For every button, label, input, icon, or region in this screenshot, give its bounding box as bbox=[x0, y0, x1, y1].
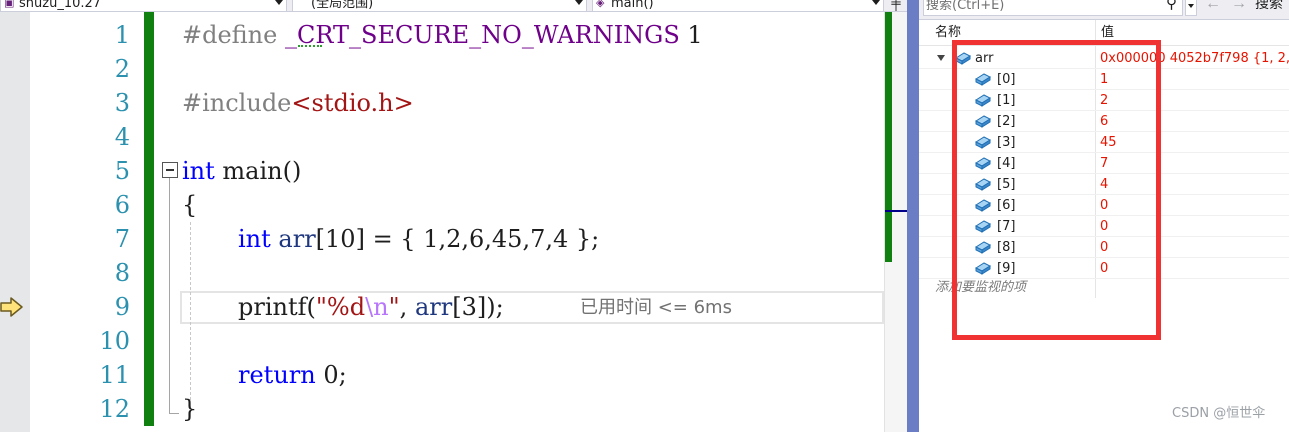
preprocessor-directive: #include bbox=[182, 89, 292, 117]
search-icon[interactable]: ⚲ bbox=[1166, 0, 1177, 13]
macro-name: _CRT_SECURE_NO_WARNINGS bbox=[284, 21, 680, 49]
code-text-area[interactable]: #define _CRT_SECURE_NO_WARNINGS 1 #inclu… bbox=[154, 12, 884, 432]
include-file: <stdio.h> bbox=[291, 89, 414, 117]
search-depth-label: 搜索 bbox=[1255, 0, 1283, 12]
suggestion-squiggle bbox=[298, 44, 322, 47]
code-line-7: int arr[10] = { 1,2,6,45,7,4 }; bbox=[238, 222, 599, 256]
column-name[interactable]: 名称 bbox=[935, 25, 961, 40]
function-cube-icon: ◈ bbox=[596, 0, 605, 9]
search-options-dropdown[interactable] bbox=[1185, 0, 1197, 16]
perf-tip[interactable]: 已用时间 <= 6ms bbox=[580, 296, 732, 320]
chevron-down-icon bbox=[275, 0, 283, 5]
line-number: 3 bbox=[114, 89, 130, 117]
scope-label: (全局范围) bbox=[311, 0, 374, 11]
line-number: 6 bbox=[114, 191, 130, 219]
string-literal-end: " bbox=[388, 293, 400, 321]
project-icon: ▣ bbox=[4, 0, 15, 9]
function-label: main() bbox=[611, 0, 654, 11]
line-number: 12 bbox=[99, 395, 130, 423]
line-number: 2 bbox=[114, 55, 130, 83]
current-statement-arrow-icon bbox=[0, 297, 23, 317]
watermark: CSDN @恒世伞 bbox=[1172, 406, 1266, 421]
line-number: 10 bbox=[99, 327, 130, 355]
variable-name: arr bbox=[270, 225, 316, 253]
annotation-highlight-box bbox=[952, 40, 1161, 340]
project-label: shuzu_10.27 bbox=[19, 0, 102, 11]
code-line-6: { bbox=[182, 191, 198, 219]
change-tracking-bar bbox=[144, 12, 154, 426]
line-number: 9 bbox=[114, 293, 130, 321]
arrow-right-icon[interactable]: → bbox=[1231, 0, 1247, 13]
line-number: 5 bbox=[114, 157, 130, 185]
navigation-bar: ▣ shuzu_10.27 (全局范围) ◈ main() ╪ bbox=[0, 0, 907, 12]
macro-value: 1 bbox=[679, 21, 703, 49]
line-number: 7 bbox=[114, 225, 130, 253]
glyph-margin[interactable] bbox=[0, 12, 30, 432]
code-line-12: } bbox=[182, 395, 198, 423]
code-line-1: #define _CRT_SECURE_NO_WARNINGS 1 bbox=[182, 18, 703, 52]
code-line-5: int main() bbox=[182, 154, 301, 188]
watch-toolbar: 搜索(Ctrl+E) ⚲ ← → 搜索 bbox=[919, 0, 1289, 20]
line-number: 11 bbox=[99, 361, 130, 389]
keyword: int bbox=[182, 157, 215, 185]
preprocessor-directive: #define bbox=[182, 21, 285, 49]
return-value: 0; bbox=[315, 361, 347, 389]
watch-search-input[interactable]: 搜索(Ctrl+E) bbox=[923, 0, 1183, 16]
pane-splitter[interactable] bbox=[907, 0, 919, 432]
line-number: 8 bbox=[114, 259, 130, 287]
index-expression: [3]); bbox=[452, 293, 504, 321]
keyword: return bbox=[238, 361, 316, 389]
project-dropdown[interactable]: ▣ shuzu_10.27 bbox=[0, 0, 287, 11]
line-number-gutter: 1 2 3 4 5 6 7 8 9 10 11 12 bbox=[30, 12, 144, 432]
arrow-left-icon[interactable]: ← bbox=[1205, 0, 1221, 13]
collapse-arrow-icon[interactable] bbox=[937, 55, 945, 61]
chevron-down-icon bbox=[872, 0, 880, 5]
scope-dropdown[interactable]: (全局范围) bbox=[292, 0, 587, 11]
function-call: printf( bbox=[238, 293, 316, 321]
keyword: int bbox=[238, 225, 271, 253]
scrollbar-change-marker bbox=[885, 12, 892, 262]
line-number: 1 bbox=[114, 21, 130, 49]
code-line-9: printf("%d\n", arr[3]); bbox=[238, 290, 504, 324]
column-value[interactable]: 值 bbox=[1101, 25, 1114, 40]
variable-name: arr bbox=[414, 293, 453, 321]
scrollbar-caret-marker bbox=[885, 210, 907, 212]
array-initializer: [10] = { 1,2,6,45,7,4 }; bbox=[315, 225, 600, 253]
function-dropdown[interactable]: ◈ main() bbox=[592, 0, 884, 11]
argument-separator: , bbox=[399, 293, 415, 321]
escape-sequence: \n bbox=[365, 293, 389, 321]
split-window-icon[interactable]: ╪ bbox=[888, 0, 904, 11]
string-literal: "%d bbox=[315, 293, 366, 321]
chevron-down-icon bbox=[575, 0, 583, 5]
function-signature: main() bbox=[214, 157, 302, 185]
line-number: 4 bbox=[114, 123, 130, 151]
code-line-11: return 0; bbox=[238, 358, 347, 392]
code-line-3: #include<stdio.h> bbox=[182, 86, 414, 120]
code-editor[interactable]: ▣ shuzu_10.27 (全局范围) ◈ main() ╪ 1 2 3 4 … bbox=[0, 0, 907, 432]
